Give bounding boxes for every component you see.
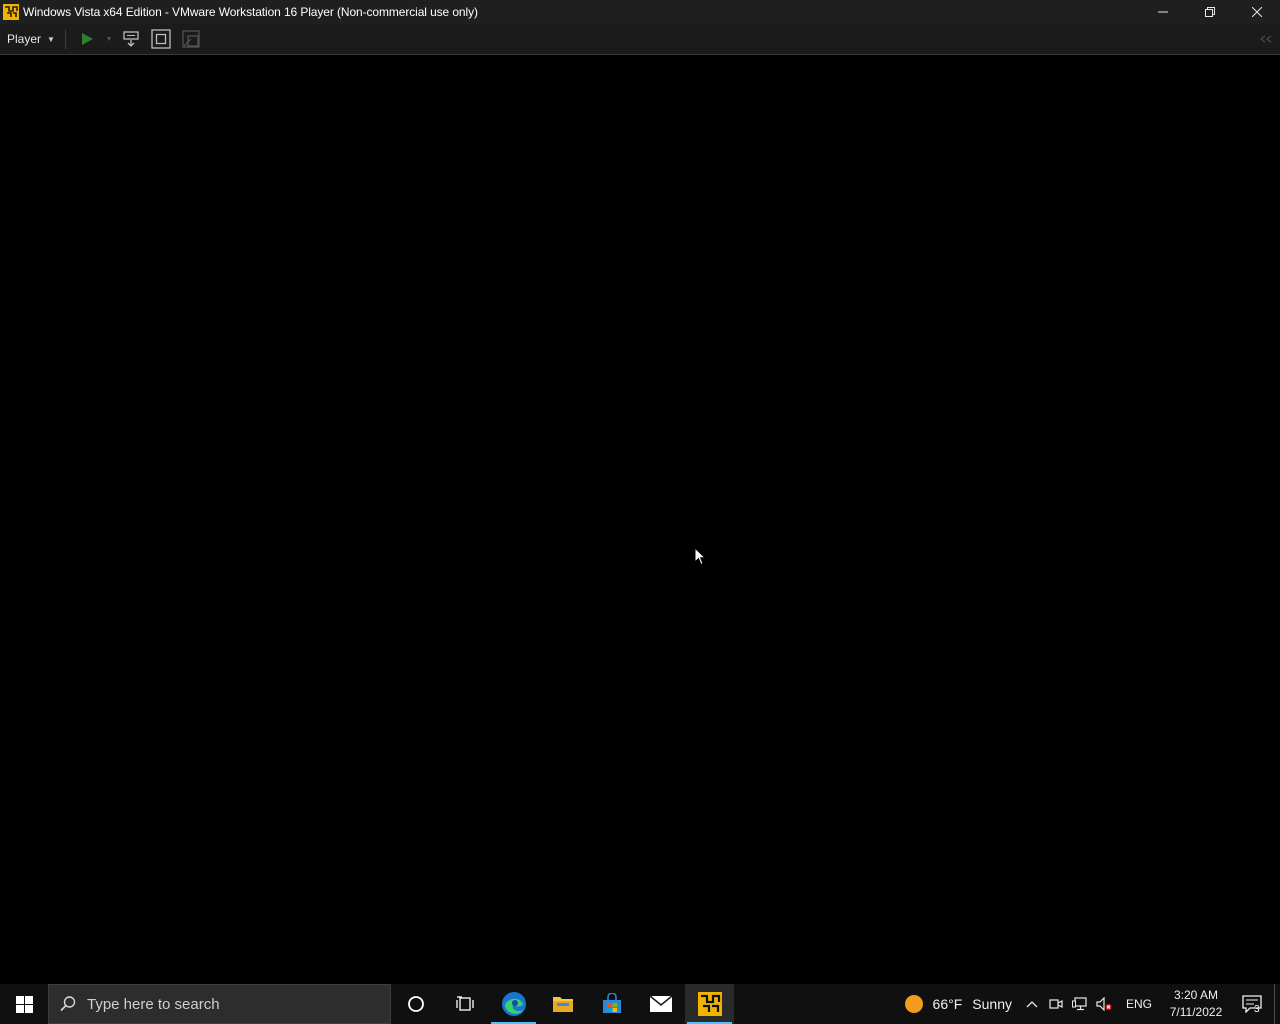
- chevron-down-icon: ▼: [47, 34, 55, 44]
- show-hidden-icons-button[interactable]: [1020, 984, 1044, 1024]
- vmware-player-icon: [697, 992, 722, 1016]
- send-ctrl-alt-del-icon: [123, 31, 139, 47]
- clock-date: 7/11/2022: [1169, 1005, 1223, 1019]
- close-icon: [1251, 7, 1262, 17]
- power-options-dropdown[interactable]: ▼: [102, 26, 116, 52]
- taskbar-app-file-explorer[interactable]: [538, 984, 587, 1024]
- start-button[interactable]: [0, 984, 48, 1024]
- tray-meet-now[interactable]: [1044, 984, 1068, 1024]
- player-toolbar: Player ▼ ▼: [0, 24, 1280, 55]
- search-icon: [49, 995, 87, 1013]
- system-tray: 66°F Sunny ENG 3:20 AM 7/11/2022 3: [897, 984, 1280, 1024]
- clock-time: 3:20 AM: [1173, 988, 1219, 1002]
- meet-now-icon: [1049, 999, 1063, 1009]
- player-menu-button[interactable]: Player ▼: [0, 27, 61, 51]
- tray-volume[interactable]: [1092, 984, 1116, 1024]
- sun-icon: [904, 995, 923, 1013]
- volume-muted-icon: [1096, 997, 1112, 1011]
- collapse-toolbar-icon: [1260, 35, 1272, 43]
- task-view-icon: [455, 996, 474, 1011]
- full-screen-icon: [151, 29, 171, 49]
- microsoft-store-icon: [602, 993, 621, 1013]
- network-icon: [1071, 997, 1087, 1011]
- tray-network[interactable]: [1068, 984, 1092, 1024]
- minimize-button[interactable]: [1139, 0, 1186, 24]
- taskbar: Type here to search 66°F Sunny ENG 3:20 …: [0, 984, 1280, 1024]
- show-desktop-button[interactable]: [1274, 984, 1280, 1024]
- power-on-button[interactable]: [72, 26, 102, 52]
- edge-icon: [501, 992, 526, 1016]
- taskbar-app-mail[interactable]: [636, 984, 685, 1024]
- taskbar-app-microsoft-store[interactable]: [587, 984, 636, 1024]
- play-icon: [81, 33, 93, 45]
- chevron-up-icon: [1026, 1001, 1038, 1008]
- unity-icon: [182, 30, 200, 48]
- close-button[interactable]: [1233, 0, 1280, 24]
- system-clock[interactable]: 3:20 AM 7/11/2022: [1162, 987, 1230, 1021]
- vmware-player-icon[interactable]: [2, 3, 20, 21]
- restore-icon: [1204, 7, 1215, 17]
- chevron-down-icon: ▼: [105, 35, 113, 43]
- mail-icon: [649, 995, 672, 1012]
- file-explorer-icon: [552, 997, 573, 1012]
- cortana-icon: [407, 996, 424, 1012]
- window-title: Windows Vista x64 Edition - VMware Works…: [23, 5, 478, 19]
- input-language-indicator[interactable]: ENG: [1116, 997, 1162, 1011]
- vm-display[interactable]: [0, 56, 1280, 984]
- taskbar-search-box[interactable]: Type here to search: [48, 984, 391, 1024]
- unity-button[interactable]: [176, 26, 206, 52]
- taskbar-app-edge[interactable]: [489, 984, 538, 1024]
- cortana-button[interactable]: [391, 984, 440, 1024]
- action-center-button[interactable]: 3: [1230, 984, 1274, 1024]
- restore-button[interactable]: [1186, 0, 1233, 24]
- taskbar-app-vmware-player[interactable]: [685, 984, 734, 1024]
- windows-logo-icon: [15, 995, 33, 1013]
- mouse-cursor-icon: [694, 547, 706, 566]
- minimize-icon: [1157, 11, 1168, 13]
- search-placeholder: Type here to search: [87, 995, 220, 1013]
- weather-temperature: 66°F: [932, 996, 963, 1012]
- toolbar-divider: [64, 29, 66, 49]
- collapse-toolbar-button[interactable]: [1258, 32, 1274, 46]
- send-ctrl-alt-del-button[interactable]: [116, 26, 146, 52]
- title-bar: Windows Vista x64 Edition - VMware Works…: [0, 0, 1280, 24]
- weather-condition: Sunny: [972, 996, 1012, 1012]
- player-menu-label: Player: [7, 32, 42, 46]
- full-screen-button[interactable]: [146, 26, 176, 52]
- notification-count-badge: 3: [1254, 1004, 1260, 1015]
- weather-widget[interactable]: 66°F Sunny: [897, 984, 1020, 1024]
- task-view-button[interactable]: [440, 984, 489, 1024]
